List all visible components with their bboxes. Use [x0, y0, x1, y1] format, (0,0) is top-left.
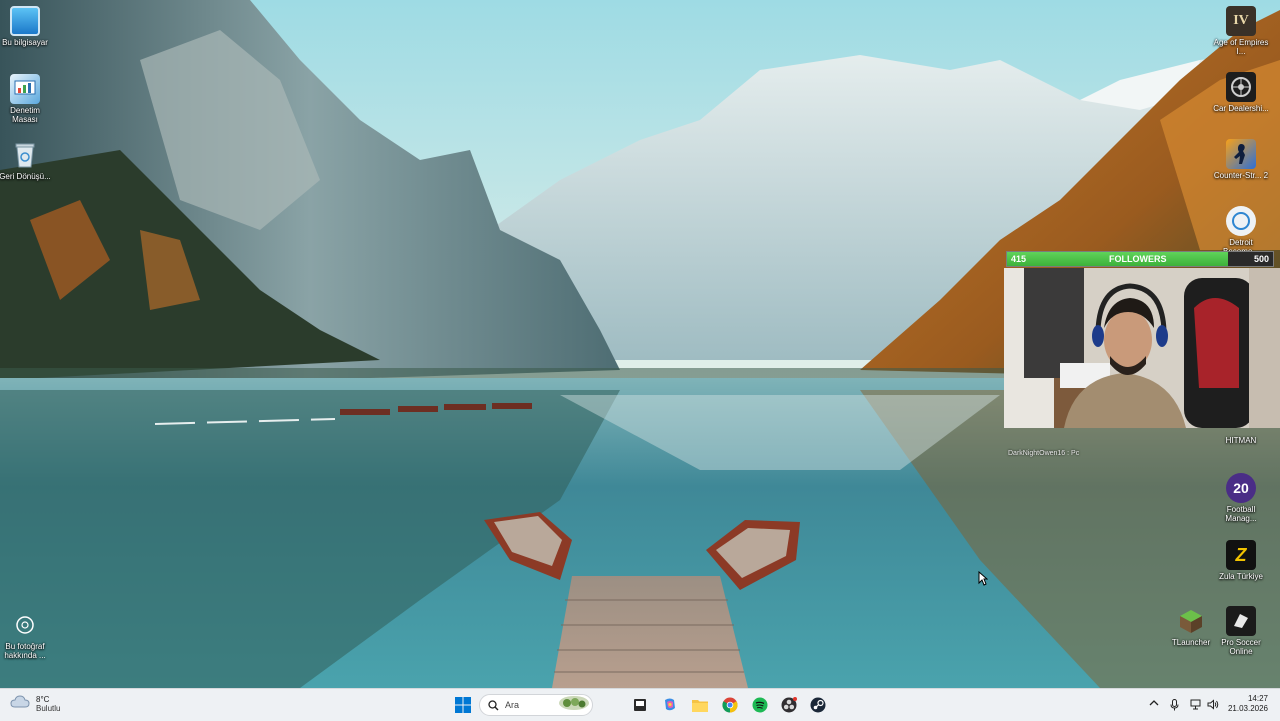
copilot-button[interactable]: [659, 694, 681, 716]
desktop-icon-label: Age of Empires I...: [1213, 38, 1269, 56]
webcam-feed: [1004, 268, 1280, 428]
spotify-icon: [752, 697, 768, 713]
file-explorer-icon: [692, 700, 708, 712]
followers-goal: 500: [1253, 254, 1269, 264]
copilot-icon: [665, 698, 675, 711]
desktop-icon-counter-strike[interactable]: Counter-Str... 2: [1213, 139, 1269, 180]
desktop-icon-detroit[interactable]: Detroit Become...: [1213, 206, 1269, 256]
desktop-icon-recycle-bin[interactable]: Geri Dönüşü...: [0, 140, 53, 181]
clock-date: 21.03.2026: [1227, 704, 1268, 713]
detroit-icon: [1226, 206, 1256, 236]
start-button[interactable]: [452, 694, 474, 716]
network-icon[interactable]: [1190, 699, 1202, 713]
desktop-icon-label: Denetim Masası: [10, 106, 40, 124]
age-of-empires-icon: IV: [1226, 6, 1256, 36]
desktop-icon-label: Pro Soccer Online: [1221, 638, 1261, 656]
mouse-cursor-icon: [978, 570, 989, 591]
cloud-icon: [10, 694, 30, 713]
desktop-icon-hitman[interactable]: HITMAN: [1213, 436, 1269, 445]
pro-soccer-icon: [1226, 606, 1256, 636]
desktop-icon-label: TLauncher: [1171, 638, 1211, 647]
desktop-icon-control-panel[interactable]: Denetim Masası: [0, 74, 53, 124]
desktop-icon-label: Geri Dönüşü...: [0, 172, 51, 181]
taskbar-search-input[interactable]: Ara: [479, 694, 593, 716]
taskbar: 8°C Bulutlu Ara 14:27 21.03.2026: [0, 688, 1280, 721]
tlauncher-icon: [1176, 606, 1206, 636]
weather-temperature: 8°C: [36, 694, 50, 704]
start-icon: [455, 697, 471, 713]
webcam-caption: DarkNightOwen16 : Pc: [1008, 450, 1080, 457]
weather-description: Bulutlu: [36, 703, 61, 713]
counter-strike-icon: [1226, 139, 1256, 169]
search-icon: [488, 699, 499, 710]
task-view-button[interactable]: [629, 694, 651, 716]
zula-icon: Z: [1226, 540, 1256, 570]
football-manager-icon: 20: [1226, 473, 1256, 503]
desktop-icon-label: Counter-Str... 2: [1213, 171, 1269, 180]
obs-icon: [781, 697, 797, 713]
desktop-icon-photo-info[interactable]: Bu fotoğraf hakkında ...: [0, 610, 53, 660]
desktop-icon-this-pc[interactable]: Bu bilgisayar: [0, 6, 53, 47]
search-placeholder: Ara: [505, 700, 520, 710]
task-view-icon: [634, 699, 646, 711]
desktop-icon-zula[interactable]: Z Zula Türkiye: [1213, 540, 1269, 581]
chrome-icon: [722, 697, 738, 713]
microphone-icon[interactable]: [1170, 699, 1179, 714]
weather-widget[interactable]: 8°C Bulutlu: [10, 694, 60, 713]
desktop-icon-label: Car Dealershi...: [1213, 104, 1269, 113]
car-dealership-icon: [1226, 72, 1256, 102]
camera-info-icon: [10, 610, 40, 640]
chrome-button[interactable]: [719, 694, 741, 716]
control-panel-icon: [10, 74, 40, 104]
followers-label: FOLLOWERS: [1109, 254, 1167, 264]
steam-icon: [810, 697, 826, 713]
desktop-icon-label: Zula Türkiye: [1219, 572, 1263, 581]
desktop-icon-label: HITMAN: [1225, 436, 1257, 445]
volume-icon[interactable]: [1207, 699, 1219, 713]
file-explorer-button[interactable]: [689, 694, 711, 716]
monitor-icon: [10, 6, 40, 36]
show-hidden-icons-chevron-icon[interactable]: [1149, 699, 1159, 710]
desktop-icon-car-dealership[interactable]: Car Dealershi...: [1213, 72, 1269, 113]
clock-time: 14:27: [1247, 694, 1268, 703]
followers-current: 415: [1011, 254, 1027, 264]
system-clock[interactable]: 14:27 21.03.2026: [1228, 694, 1268, 714]
desktop-icon-label: Football Manag...: [1225, 505, 1257, 523]
spotify-button[interactable]: [749, 694, 771, 716]
search-highlight-image: [558, 695, 590, 716]
desktop-icon-pro-soccer[interactable]: Pro Soccer Online: [1213, 606, 1269, 656]
desktop-icon-label: Bu bilgisayar: [2, 38, 48, 47]
desktop-icon-football-manager[interactable]: 20 Football Manag...: [1213, 473, 1269, 523]
recycle-bin-icon: [10, 140, 40, 170]
desktop-icon-label: Bu fotoğraf hakkında ...: [4, 642, 46, 660]
desktop-icon-age-of-empires[interactable]: IV Age of Empires I...: [1213, 6, 1269, 56]
steam-button[interactable]: [807, 694, 829, 716]
desktop-icon-tlauncher[interactable]: TLauncher: [1163, 606, 1219, 647]
obs-button[interactable]: [778, 694, 800, 716]
followers-goal-bar: 415 FOLLOWERS 500: [1006, 251, 1274, 267]
